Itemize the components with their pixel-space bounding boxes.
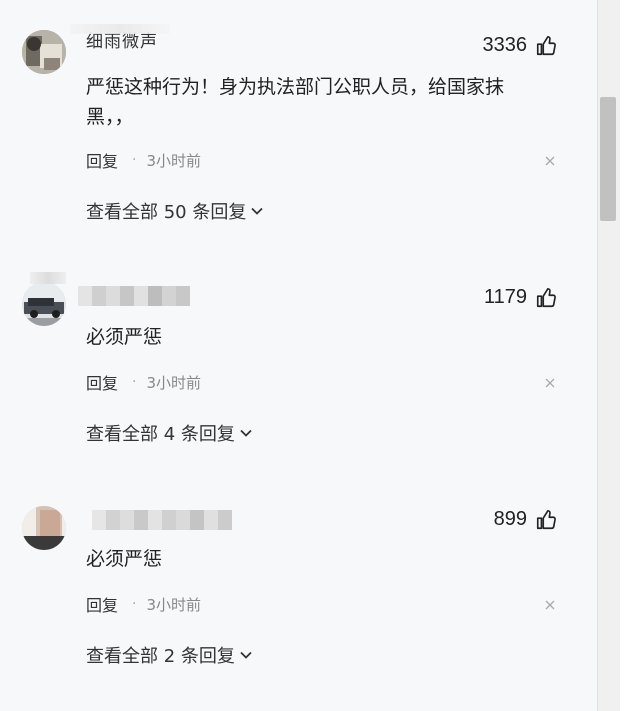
view-all-label: 查看全部 4 条回复 [86,424,235,445]
view-all-label: 查看全部 2 条回复 [86,646,235,667]
username-blur [70,24,170,34]
chevron-down-icon [251,207,263,215]
view-all-replies-button[interactable]: 查看全部 50 条回复 [86,198,264,224]
reply-button[interactable]: 回复 [86,370,118,394]
scrollbar-thumb[interactable] [600,97,616,221]
chevron-down-icon [240,429,252,437]
comment-text: 必须严惩 [86,548,163,570]
username-mosaic [78,286,190,306]
avatar-image [22,506,66,550]
comment-meta: 回复 · 3小时前 [86,148,201,172]
close-icon[interactable] [545,600,555,610]
timestamp: 3小时前 [146,151,202,170]
avatar[interactable] [22,282,66,326]
meta-separator: · [132,152,137,168]
avatar-image [22,282,66,326]
username[interactable]: 细雨微声 [86,32,176,52]
comment-text: 必须严惩 [86,326,163,348]
thumbs-up-icon[interactable] [535,287,557,309]
comment-meta: 回复 · 3小时前 [86,592,201,616]
comment-panel: 细雨微声 3336 严惩这种行为！身为执法部门公职人员，给国家抹黑，， 回复 ·… [0,0,640,711]
thumbs-up-icon[interactable] [535,35,557,57]
like-count: 3336 [482,34,528,56]
avatar[interactable] [22,506,66,550]
meta-separator: · [132,596,137,612]
username-mosaic [92,510,232,530]
view-all-label: 查看全部 50 条回复 [86,202,247,223]
close-icon[interactable] [545,156,555,166]
like-count: 1179 [483,286,527,308]
view-all-replies-button[interactable]: 查看全部 4 条回复 [86,420,253,446]
comment-list: 细雨微声 3336 严惩这种行为！身为执法部门公职人员，给国家抹黑，， 回复 ·… [0,0,597,711]
view-all-replies-button[interactable]: 查看全部 2 条回复 [86,642,253,668]
username-blur [30,272,66,284]
comment-item: 1179 必须严惩 回复 · 3小时前 查看全部 4 条回复 [0,250,597,480]
comment-item: 899 必须严惩 回复 · 3小时前 查看全部 2 条回复 [0,480,597,711]
reply-button[interactable]: 回复 [86,148,118,172]
avatar[interactable] [22,30,66,74]
comment-meta: 回复 · 3小时前 [86,370,201,394]
comment-item: 细雨微声 3336 严惩这种行为！身为执法部门公职人员，给国家抹黑，， 回复 ·… [0,0,597,250]
comment-text: 严惩这种行为！身为执法部门公职人员，给国家抹黑，， [86,76,505,128]
chevron-down-icon [240,651,252,659]
reply-button[interactable]: 回复 [86,592,118,616]
close-icon[interactable] [545,378,555,388]
thumbs-up-icon[interactable] [535,509,557,531]
timestamp: 3小时前 [146,373,202,392]
like-count: 899 [493,508,527,530]
like-group[interactable]: 899 [494,508,557,531]
meta-separator: · [132,374,137,390]
like-group[interactable]: 1179 [484,286,557,309]
right-gutter [620,0,640,711]
like-group[interactable]: 3336 [483,34,558,57]
timestamp: 3小时前 [146,595,202,614]
avatar-image [22,30,66,74]
